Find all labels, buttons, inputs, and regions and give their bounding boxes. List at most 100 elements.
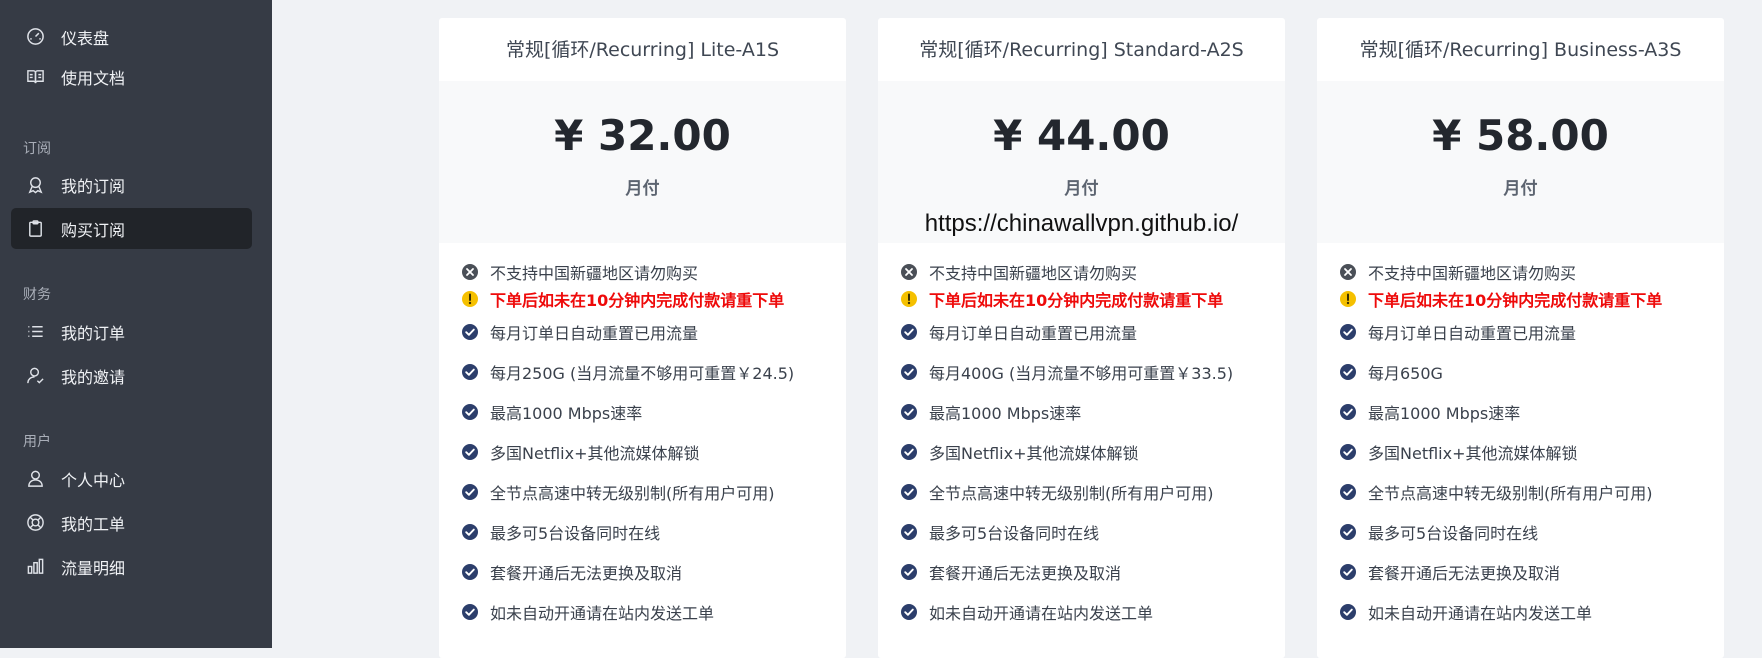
feature-text: 每月650G	[1368, 364, 1443, 383]
book-icon	[25, 67, 45, 87]
plan-price: ¥ 44.00	[993, 111, 1170, 160]
feature-text: 套餐开通后无法更换及取消	[929, 564, 1122, 583]
feature-item: 如未自动开通请在站内发送工单	[1339, 592, 1719, 632]
plan-title: 常规[循环/Recurring] Lite-A1S	[505, 39, 780, 61]
check-circle-icon	[900, 363, 918, 381]
warning-icon	[1339, 290, 1357, 308]
feature-item: 不支持中国新疆地区请勿购买	[1339, 258, 1719, 285]
feature-text: 最多可5台设备同时在线	[1368, 524, 1539, 543]
rocket-icon	[25, 175, 45, 195]
check-circle-icon	[900, 483, 918, 501]
plan-card[interactable]: 常规[循环/Recurring] Business-A3S ¥ 58.00 月付…	[1317, 18, 1724, 658]
check-circle-icon	[1339, 523, 1357, 541]
sidebar-item-label: 我的工单	[61, 514, 126, 534]
feature-item: 每月650G	[1339, 352, 1719, 392]
user-invite-icon	[25, 366, 45, 386]
feature-list: 不支持中国新疆地区请勿购买下单后如未在10分钟内完成付款请重下单 每月订单日自动重…	[1339, 258, 1719, 632]
feature-item: 如未自动开通请在站内发送工单	[461, 592, 841, 632]
sidebar-item-label: 我的邀请	[61, 367, 126, 387]
plan-title: 常规[循环/Recurring] Business-A3S	[1359, 39, 1682, 61]
feature-item: 多国Netflix+其他流媒体解锁	[1339, 432, 1719, 472]
feature-text: 多国Netflix+其他流媒体解锁	[1368, 444, 1578, 463]
feature-item: 每月订单日自动重置已用流量	[1339, 312, 1719, 352]
section-title-subscription: 订阅	[23, 141, 51, 157]
plan-title: 常规[循环/Recurring] Standard-A2S	[919, 39, 1244, 61]
sidebar-item-docs[interactable]: 使用文档	[11, 56, 252, 97]
check-circle-icon	[900, 403, 918, 421]
feature-item: 套餐开通后无法更换及取消	[900, 552, 1280, 592]
check-circle-icon	[900, 443, 918, 461]
sidebar-item-traffic-details[interactable]: 流量明细	[11, 546, 252, 587]
feature-item: 最高1000 Mbps速率	[461, 392, 841, 432]
price-block: ¥ 58.00 月付	[1317, 81, 1724, 243]
list-icon	[25, 322, 45, 342]
sidebar-item-label: 购买订阅	[61, 220, 126, 240]
feature-text: 套餐开通后无法更换及取消	[490, 564, 683, 583]
sidebar-item-label: 仪表盘	[61, 28, 110, 48]
feature-item: 最多可5台设备同时在线	[461, 512, 841, 552]
feature-item: 最多可5台设备同时在线	[900, 512, 1280, 552]
feature-text: 全节点高速中转无级别制(所有用户可用)	[1368, 484, 1653, 503]
feature-text: 每月250G (当月流量不够用可重置￥24.5)	[490, 364, 795, 383]
feature-list: 不支持中国新疆地区请勿购买 下单后如未在10分钟内完成付款请重下单 每月订单日自动重…	[461, 258, 841, 632]
gauge-icon	[25, 27, 45, 47]
feature-text: 如未自动开通请在站内发送工单	[929, 604, 1154, 623]
feature-text: 每月订单日自动重置已用流量	[490, 324, 699, 343]
feature-text: 不支持中国新疆地区请勿购买	[929, 263, 1138, 283]
feature-item: 不支持中国新疆地区请勿购买	[900, 258, 1280, 285]
feature-item: 全节点高速中转无级别制(所有用户可用)	[461, 472, 841, 512]
feature-text: 下单后如未在10分钟内完成付款请重下单	[1368, 290, 1663, 310]
plan-card[interactable]: 常规[循环/Recurring] Standard-A2S ¥ 44.00 月付…	[878, 18, 1285, 658]
check-circle-icon	[461, 523, 479, 541]
sidebar-item-dashboard[interactable]: 仪表盘	[11, 16, 252, 57]
feature-item: 每月订单日自动重置已用流量	[461, 312, 841, 352]
feature-item: 下单后如未在10分钟内完成付款请重下单	[461, 285, 841, 312]
check-circle-icon	[900, 323, 918, 341]
user-icon	[25, 469, 45, 489]
check-circle-icon	[1339, 403, 1357, 421]
section-title-user: 用户	[23, 434, 51, 450]
feature-text: 每月订单日自动重置已用流量	[1368, 324, 1577, 343]
sidebar-item-buy-subscription[interactable]: 购买订阅	[11, 208, 252, 249]
check-circle-icon	[461, 443, 479, 461]
feature-text: 多国Netflix+其他流媒体解锁	[929, 444, 1139, 463]
feature-item: 多国Netflix+其他流媒体解锁	[461, 432, 841, 472]
feature-text: 每月订单日自动重置已用流量	[929, 324, 1138, 343]
check-circle-icon	[1339, 443, 1357, 461]
sidebar-item-label: 我的订单	[61, 323, 126, 343]
plan-card[interactable]: 常规[循环/Recurring] Lite-A1S ¥ 32.00 月付 不支持…	[439, 18, 846, 658]
feature-text: 如未自动开通请在站内发送工单	[490, 604, 715, 623]
sidebar-item-my-subscription[interactable]: 我的订阅	[11, 164, 252, 205]
feature-text: 最多可5台设备同时在线	[929, 524, 1100, 543]
check-circle-icon	[1339, 363, 1357, 381]
check-circle-icon	[900, 563, 918, 581]
sidebar-item-my-orders[interactable]: 我的订单	[11, 311, 252, 352]
feature-text: 套餐开通后无法更换及取消	[1368, 564, 1561, 583]
check-circle-icon	[461, 483, 479, 501]
lifebuoy-icon	[25, 513, 45, 533]
sidebar-item-profile[interactable]: 个人中心	[11, 458, 252, 499]
check-circle-icon	[461, 363, 479, 381]
check-circle-icon	[1339, 323, 1357, 341]
sidebar-item-my-invites[interactable]: 我的邀请	[11, 355, 252, 396]
check-circle-icon	[461, 323, 479, 341]
x-circle-icon	[900, 263, 918, 281]
warning-icon	[900, 290, 918, 308]
feature-item: 全节点高速中转无级别制(所有用户可用)	[900, 472, 1280, 512]
check-circle-icon	[461, 563, 479, 581]
check-circle-icon	[1339, 483, 1357, 501]
feature-item: 下单后如未在10分钟内完成付款请重下单	[1339, 285, 1719, 312]
plan-period: 月付	[1503, 179, 1538, 199]
feature-item: 每月400G (当月流量不够用可重置￥33.5)	[900, 352, 1280, 392]
watermark-url: https://chinawallvpn.github.io/	[924, 210, 1239, 237]
feature-item: 每月订单日自动重置已用流量	[900, 312, 1280, 352]
warning-icon	[461, 290, 479, 308]
check-circle-icon	[900, 603, 918, 621]
bar-chart-icon	[25, 557, 45, 577]
feature-item: 全节点高速中转无级别制(所有用户可用)	[1339, 472, 1719, 512]
feature-item: 套餐开通后无法更换及取消	[461, 552, 841, 592]
sidebar-item-my-tickets[interactable]: 我的工单	[11, 502, 252, 543]
check-circle-icon	[1339, 603, 1357, 621]
feature-text: 下单后如未在10分钟内完成付款请重下单	[929, 290, 1224, 310]
feature-text: 全节点高速中转无级别制(所有用户可用)	[490, 484, 775, 503]
